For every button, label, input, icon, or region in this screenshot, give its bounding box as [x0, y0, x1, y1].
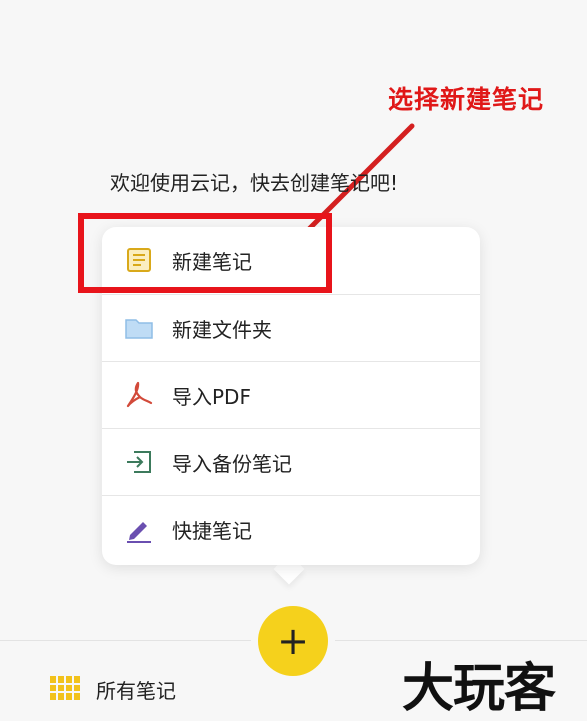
menu-item-import-backup[interactable]: 导入备份笔记	[102, 428, 480, 495]
welcome-message: 欢迎使用云记，快去创建笔记吧!	[110, 171, 399, 195]
all-notes-tab[interactable]: 所有笔记	[96, 675, 176, 704]
menu-item-quick-note[interactable]: 快捷笔记	[102, 495, 480, 562]
pen-icon	[127, 522, 151, 543]
menu-item-label: 新建文件夹	[172, 317, 272, 342]
menu-item-label: 导入PDF	[172, 384, 251, 409]
menu-item-import-pdf[interactable]: 导入PDF	[102, 361, 480, 428]
menu-item-new-folder[interactable]: 新建文件夹	[102, 294, 480, 361]
menu-item-label: 快捷笔记	[172, 518, 252, 543]
pdf-icon	[126, 381, 153, 408]
add-button[interactable]: +	[258, 606, 328, 676]
import-icon	[127, 451, 151, 473]
watermark: 大玩客	[402, 658, 556, 719]
highlight-box	[78, 213, 332, 293]
folder-icon	[125, 319, 153, 339]
menu-item-label: 导入备份笔记	[172, 451, 292, 476]
grid-icon	[50, 676, 80, 700]
